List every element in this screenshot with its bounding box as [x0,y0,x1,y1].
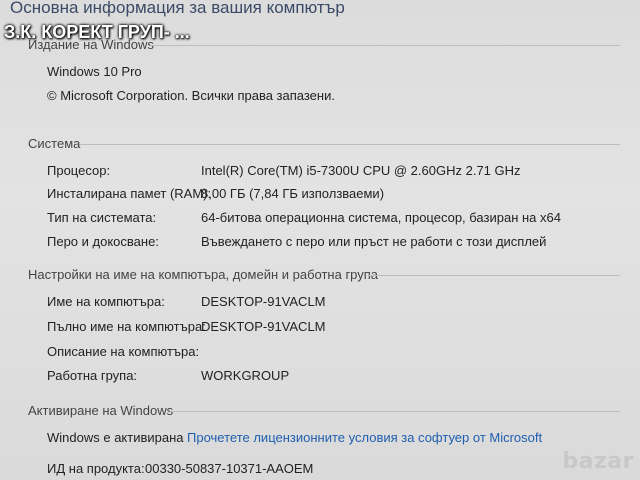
full-computer-name-label: Пълно име на компютъра: [47,319,206,334]
processor-value: Intel(R) Core(TM) i5-7300U CPU @ 2.60GHz… [201,163,521,178]
watermark-logo: bazar [562,449,634,474]
computer-name-label: Име на компютъра: [47,294,165,309]
pen-touch-value: Въвеждането с перо или пръст не работи с… [201,234,547,249]
ram-label: Инсталирана памет (RAM): [47,186,212,201]
section-divider [368,275,620,276]
workgroup-value: WORKGROUP [201,368,290,383]
section-divider [170,411,620,412]
section-header-system: Система [28,136,80,151]
computer-name-value: DESKTOP-91VACLM [201,294,326,309]
computer-description-label: Описание на компютъра: [47,344,200,359]
product-id-value: 00330-50837-10371-AAOEM [145,461,314,476]
full-computer-name-value: DESKTOP-91VACLM [201,319,326,334]
section-header-activation-label: Активиране на Windows [28,403,174,418]
system-type-label: Тип на системата: [47,210,157,225]
section-header-system-label: Система [28,136,81,151]
section-header-edition: Издание на Windows [28,37,154,52]
section-header-edition-label: Издание на Windows [28,37,154,52]
ram-value: 8,00 ГБ (7,84 ГБ използваеми) [201,186,385,201]
license-terms-link[interactable]: Прочетете лицензионните условия за софту… [187,430,542,445]
windows-edition-name: Windows 10 Pro [47,64,142,79]
copyright-text: © Microsoft Corporation. Всички права за… [47,88,335,103]
activation-status: Windows е активирана [47,430,184,445]
section-header-activation: Активиране на Windows [28,403,173,418]
workgroup-label: Работна група: [47,368,138,383]
section-divider [150,45,620,46]
section-header-computer-name: Настройки на име на компютъра, домейн и … [28,267,378,282]
pen-touch-label: Перо и докосване: [47,234,159,249]
section-header-computer-name-label: Настройки на име на компютъра, домейн и … [28,267,379,282]
section-divider [80,144,620,145]
processor-label: Процесор: [47,163,111,178]
page-title: Основна информация за вашия компютър [10,0,345,17]
product-id-label: ИД на продукта: [47,461,145,476]
system-type-value: 64-битова операционна система, процесор,… [201,210,561,225]
